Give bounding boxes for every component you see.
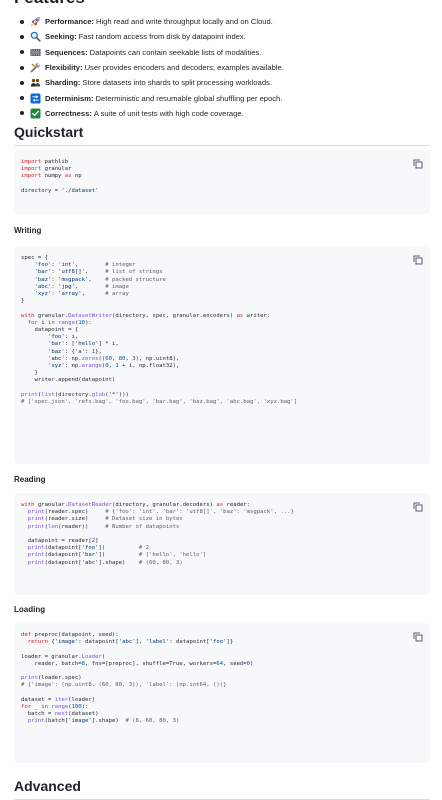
code-writing: spec = { 'foo': 'int', # integer 'bar': … xyxy=(21,255,298,406)
feature-description: User provides encoders and decoders; exa… xyxy=(84,63,284,73)
features-heading: Features xyxy=(14,0,85,8)
magnifier-icon xyxy=(30,31,41,43)
code-block-quickstart: import pathlib import granular import nu… xyxy=(14,150,430,214)
bullet xyxy=(20,96,24,101)
copy-icon[interactable] xyxy=(412,501,423,512)
film-frames-icon xyxy=(30,47,41,58)
feature-title: Seeking: xyxy=(45,32,77,42)
feature-title: Correctness: xyxy=(45,108,92,118)
bullet xyxy=(20,65,24,70)
feature-description: Store datasets into shards to split proc… xyxy=(82,78,272,88)
code-quickstart: import pathlib import granular import nu… xyxy=(21,159,99,194)
feature-title: Determinism: xyxy=(45,93,94,103)
code-reading: with granular.DatasetReader(directory, g… xyxy=(21,502,294,566)
people-icon xyxy=(30,77,41,88)
feature-item: Sharding: Store datasets into shards to … xyxy=(14,75,432,90)
code-block-reading: with granular.DatasetReader(directory, g… xyxy=(14,493,430,595)
feature-description: Fast random access from disk by datapoin… xyxy=(78,32,246,42)
feature-description: Deterministic and resumable global shuff… xyxy=(95,93,283,103)
feature-item: Seeking: Fast random access from disk by… xyxy=(14,29,432,44)
bullet xyxy=(20,111,24,116)
code-block-writing: spec = { 'foo': 'int', # integer 'bar': … xyxy=(14,246,430,464)
advanced-heading: Advanced xyxy=(14,778,430,800)
feature-item: Correctness: A suite of unit tests with … xyxy=(14,106,432,121)
loading-heading: Loading xyxy=(14,605,46,614)
copy-icon[interactable] xyxy=(412,254,423,265)
copy-icon[interactable] xyxy=(412,158,423,169)
readme-page: Features Performance: High read and writ… xyxy=(0,0,442,800)
feature-title: Sequences: xyxy=(45,47,88,57)
writing-heading: Writing xyxy=(14,226,42,235)
bullet xyxy=(20,34,24,39)
code-block-loading: def preproc(datapoint, seed): return {'i… xyxy=(14,623,430,763)
feature-description: A suite of unit tests with high code cov… xyxy=(93,108,244,118)
check-mark-icon xyxy=(30,108,41,119)
rocket-icon xyxy=(30,16,41,27)
feature-description: High read and write throughput locally a… xyxy=(95,17,273,27)
feature-title: Flexibility: xyxy=(45,63,83,73)
copy-icon[interactable] xyxy=(412,631,423,642)
features-list: Performance: High read and write through… xyxy=(14,14,432,121)
reading-heading: Reading xyxy=(14,475,46,484)
bullet xyxy=(20,19,24,24)
repeat-icon xyxy=(30,93,41,104)
feature-item: Performance: High read and write through… xyxy=(14,14,432,29)
feature-title: Sharding: xyxy=(45,78,81,88)
quickstart-heading: Quickstart xyxy=(14,124,430,146)
bullet xyxy=(20,80,24,85)
code-loading: def preproc(datapoint, seed): return {'i… xyxy=(21,632,254,725)
feature-title: Performance: xyxy=(45,17,94,27)
feature-description: Datapoints can contain seekable lists of… xyxy=(89,47,262,57)
feature-item: Sequences: Datapoints can contain seekab… xyxy=(14,45,432,60)
wrench-icon xyxy=(30,62,41,73)
feature-item: Flexibility: User provides encoders and … xyxy=(14,60,432,75)
bullet xyxy=(20,50,24,55)
feature-item: Determinism: Deterministic and resumable… xyxy=(14,90,432,105)
